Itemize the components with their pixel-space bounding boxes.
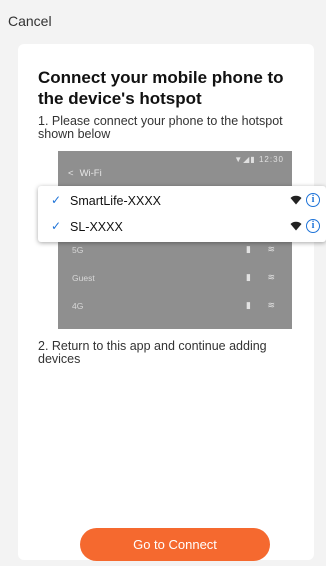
wifi-settings-title: Wi-Fi	[79, 168, 102, 179]
step-1-text: 1. Please connect your phone to the hots…	[38, 114, 283, 141]
info-icon: i	[306, 219, 320, 233]
top-bar: Cancel	[0, 0, 326, 40]
background-network-row: Guest ▮ ≋	[58, 268, 292, 290]
back-arrow-icon: <	[68, 168, 74, 179]
hotspot-name: SL-XXXX	[70, 220, 123, 234]
background-network-name: 5G	[72, 245, 84, 255]
step-2-text: 2. Return to this app and continue addin…	[38, 339, 267, 366]
hotspot-name: SmartLife-XXXX	[70, 194, 162, 208]
status-time: 12:30	[258, 155, 284, 164]
cancel-button[interactable]: Cancel	[8, 13, 52, 29]
go-to-connect-button[interactable]: Go to Connect	[80, 528, 270, 561]
wifi-icon	[290, 195, 302, 205]
lock-wifi-icon: ▮ ≋	[246, 244, 282, 254]
check-icon: ✓	[51, 193, 62, 207]
wifi-settings-header: < Wi-Fi	[68, 168, 102, 179]
background-network-row: 4G ▮ ≋	[58, 296, 292, 318]
background-network-row: 5G ▮ ≋	[58, 240, 292, 262]
page-title: Connect your mobile phone to the device'…	[38, 68, 284, 108]
lock-wifi-icon: ▮ ≋	[246, 300, 282, 310]
content-card: Connect your mobile phone to the device'…	[18, 44, 326, 561]
hotspot-item: ✓ SL-XXXX i	[38, 214, 326, 240]
hotspot-item: ✓ SmartLife-XXXX i	[38, 188, 326, 214]
info-icon: i	[306, 193, 320, 207]
background-network-name: 4G	[72, 301, 84, 311]
hotspot-list-popup: ✓ SmartLife-XXXX i ✓ SL-XXXX i	[38, 186, 326, 242]
check-icon: ✓	[51, 219, 62, 233]
lock-wifi-icon: ▮ ≋	[246, 272, 282, 282]
status-bar: ▼◢▮ 12:30	[234, 155, 284, 164]
wifi-icon	[290, 221, 302, 231]
background-network-name: Guest	[72, 273, 95, 283]
